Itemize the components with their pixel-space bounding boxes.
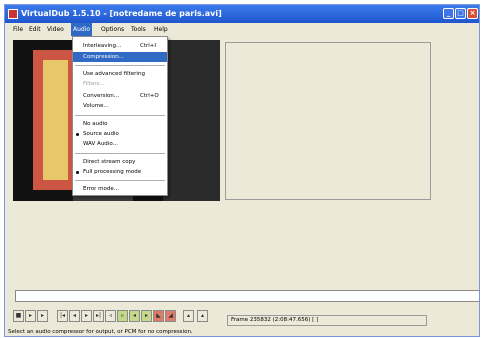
menu-item-full-processing[interactable]: Full processing mode	[73, 167, 167, 177]
video-frame-region	[43, 60, 68, 180]
menu-bar: File Edit Video Audio Options Tools Help	[5, 23, 479, 36]
timeline-slider[interactable]	[15, 290, 479, 302]
menu-item-volume[interactable]: Volume...	[73, 101, 167, 111]
menu-separator	[75, 153, 165, 154]
menu-separator	[75, 115, 165, 116]
menu-tools[interactable]: Tools	[129, 23, 148, 36]
menu-item-error-mode[interactable]: Error mode...	[73, 184, 167, 194]
menu-item-label: Filters...	[83, 81, 105, 87]
menu-edit[interactable]: Edit	[27, 23, 43, 36]
menu-item-label: WAV Audio...	[83, 141, 118, 147]
video-frame-region	[163, 40, 220, 201]
app-icon	[8, 9, 18, 19]
menu-item-label: Compression...	[83, 54, 124, 60]
menu-audio[interactable]: Audio	[71, 23, 93, 36]
play-input-icon[interactable]: ▸	[25, 310, 36, 322]
menu-options[interactable]: Options	[99, 23, 126, 36]
menu-item-advanced-filtering[interactable]: Use advanced filtering	[73, 69, 167, 79]
stop-icon[interactable]: ■	[13, 310, 24, 322]
prev-frame-icon[interactable]: ◂	[69, 310, 80, 322]
menu-item-label: Source audio	[83, 131, 119, 137]
menu-item-conversion[interactable]: Conversion... Ctrl+O	[73, 91, 167, 101]
menu-item-label: Interleaving...	[83, 43, 122, 49]
menu-item-direct-stream-copy[interactable]: Direct stream copy	[73, 157, 167, 167]
menu-item-shortcut: Ctrl+O	[140, 93, 159, 99]
menu-item-label: Full processing mode	[83, 169, 142, 175]
radio-bullet-icon	[76, 133, 79, 136]
next-key-icon[interactable]: ▹	[117, 310, 128, 322]
menu-item-label: Volume...	[83, 103, 109, 109]
minimize-button[interactable]: _	[443, 8, 454, 19]
menu-item-shortcut: Ctrl+I	[140, 43, 157, 49]
scene-forward-icon[interactable]: ▸	[141, 310, 152, 322]
menu-item-label: No audio	[83, 121, 108, 127]
mark-out-icon[interactable]: ◢	[165, 310, 176, 322]
menu-separator	[75, 180, 165, 181]
play-output-icon[interactable]: ▸	[37, 310, 48, 322]
mark-in-icon[interactable]: ◣	[153, 310, 164, 322]
menu-item-filters: Filters...	[73, 79, 167, 89]
status-bar: Select an audio compressor for output, o…	[8, 329, 193, 335]
prev-key-icon[interactable]: ◃	[105, 310, 116, 322]
menu-video[interactable]: Video	[45, 23, 66, 36]
menu-item-interleaving[interactable]: Interleaving... Ctrl+I	[73, 41, 167, 51]
menu-item-no-audio[interactable]: No audio	[73, 119, 167, 129]
scene-back-icon[interactable]: ◂	[129, 310, 140, 322]
title-bar[interactable]: VirtualDub 1.5.10 - [notredame de paris.…	[5, 5, 479, 23]
window-title: VirtualDub 1.5.10 - [notredame de paris.…	[21, 9, 222, 18]
close-button[interactable]: ×	[467, 8, 478, 19]
menu-item-label: Direct stream copy	[83, 159, 136, 165]
audio-dropdown-menu: Interleaving... Ctrl+I Compression... Us…	[72, 36, 168, 196]
menu-item-label: Conversion...	[83, 93, 120, 99]
menu-item-compression[interactable]: Compression...	[73, 52, 167, 62]
menu-help[interactable]: Help	[152, 23, 170, 36]
menu-item-source-audio[interactable]: Source audio	[73, 129, 167, 139]
output-video-pane	[225, 42, 431, 200]
maximize-button[interactable]: □	[455, 8, 466, 19]
menu-file[interactable]: File	[11, 23, 25, 36]
frame-readout: Frame 235832 (2:08:47.656) [ ]	[227, 315, 427, 326]
main-window: VirtualDub 1.5.10 - [notredame de paris.…	[4, 4, 480, 337]
zoom-out-icon[interactable]: ▴	[197, 310, 208, 322]
menu-item-label: Error mode...	[83, 186, 119, 192]
next-frame-icon[interactable]: ▸	[81, 310, 92, 322]
end-icon[interactable]: ▸|	[93, 310, 104, 322]
menu-separator	[75, 65, 165, 66]
zoom-in-icon[interactable]: ▴	[183, 310, 194, 322]
start-icon[interactable]: |◂	[57, 310, 68, 322]
radio-bullet-icon	[76, 171, 79, 174]
menu-item-label: Use advanced filtering	[83, 71, 145, 77]
menu-item-wav-audio[interactable]: WAV Audio...	[73, 139, 167, 149]
